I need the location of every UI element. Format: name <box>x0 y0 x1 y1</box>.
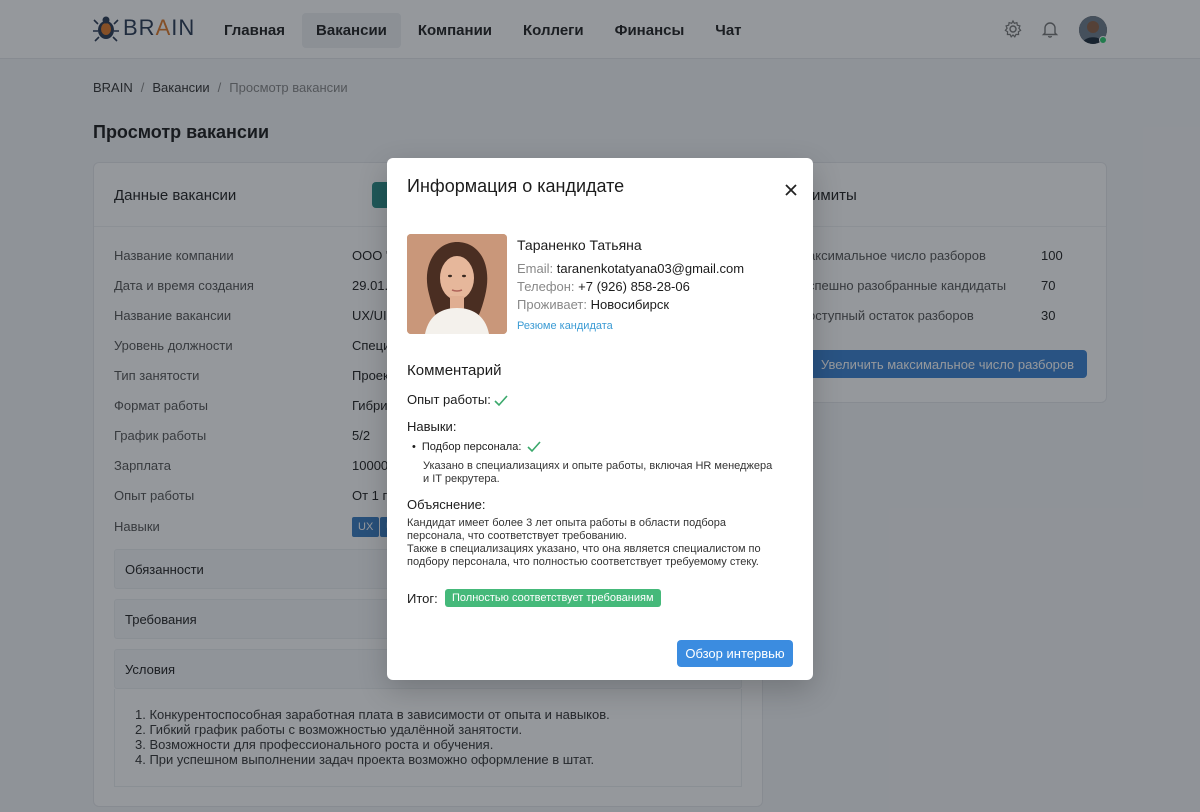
experience-label: Опыт работы: <box>407 392 491 407</box>
check-icon <box>494 395 509 406</box>
result-badge: Полностью соответствует требованиям <box>445 589 661 607</box>
comment-title: Комментарий <box>407 362 502 379</box>
skills-title: Навыки: <box>407 419 457 434</box>
candidate-info-modal: Информация о кандидате Тараненко Татьяна… <box>387 158 813 680</box>
candidate-phone: +7 (926) 858-28-06 <box>578 279 690 294</box>
skill-note-line: и IT рекрутера. <box>423 473 500 485</box>
candidate-phone-row: Телефон: +7 (926) 858-28-06 <box>517 279 690 294</box>
result-label: Итог: <box>407 591 438 606</box>
explanation-line: персонала, что соответствует требованию. <box>407 530 627 542</box>
check-icon <box>527 441 541 453</box>
resume-link[interactable]: Резюме кандидата <box>517 320 613 332</box>
modal-title: Информация о кандидате <box>407 176 625 196</box>
explanation-title: Объяснение: <box>407 497 486 512</box>
explanation-text: Кандидат имеет более 3 лет опыта работы … <box>407 517 792 569</box>
city-label: Проживает: <box>517 297 587 312</box>
explanation-line: Кандидат имеет более 3 лет опыта работы … <box>407 517 727 529</box>
skill-note-line: Указано в специализациях и опыте работы,… <box>423 460 773 472</box>
explanation-line: Также в специализациях указано, что она … <box>407 543 761 555</box>
candidate-photo <box>407 234 507 334</box>
bullet: • <box>412 441 416 453</box>
candidate-name: Тараненко Татьяна <box>517 237 642 253</box>
candidate-email-row: Email: taranenkotatyana03@gmail.com <box>517 261 744 276</box>
email-label: Email: <box>517 261 554 276</box>
candidate-email: taranenkotatyana03@gmail.com <box>556 261 745 276</box>
phone-label: Телефон: <box>517 279 575 294</box>
skill-item-label: Подбор персонала: <box>421 441 522 453</box>
candidate-city-row: Проживает: Новосибирск <box>517 297 669 312</box>
candidate-city: Новосибирск <box>590 297 670 312</box>
explanation-line: подбору персонала, что полностью соответ… <box>407 556 759 568</box>
interview-review-button[interactable]: Обзор интервью <box>677 640 793 667</box>
skill-item: • Подбор персонала: <box>412 441 541 453</box>
close-icon[interactable] <box>781 180 801 200</box>
experience-row: Опыт работы: <box>407 392 509 407</box>
skill-note: Указано в специализациях и опыте работы,… <box>423 460 788 486</box>
